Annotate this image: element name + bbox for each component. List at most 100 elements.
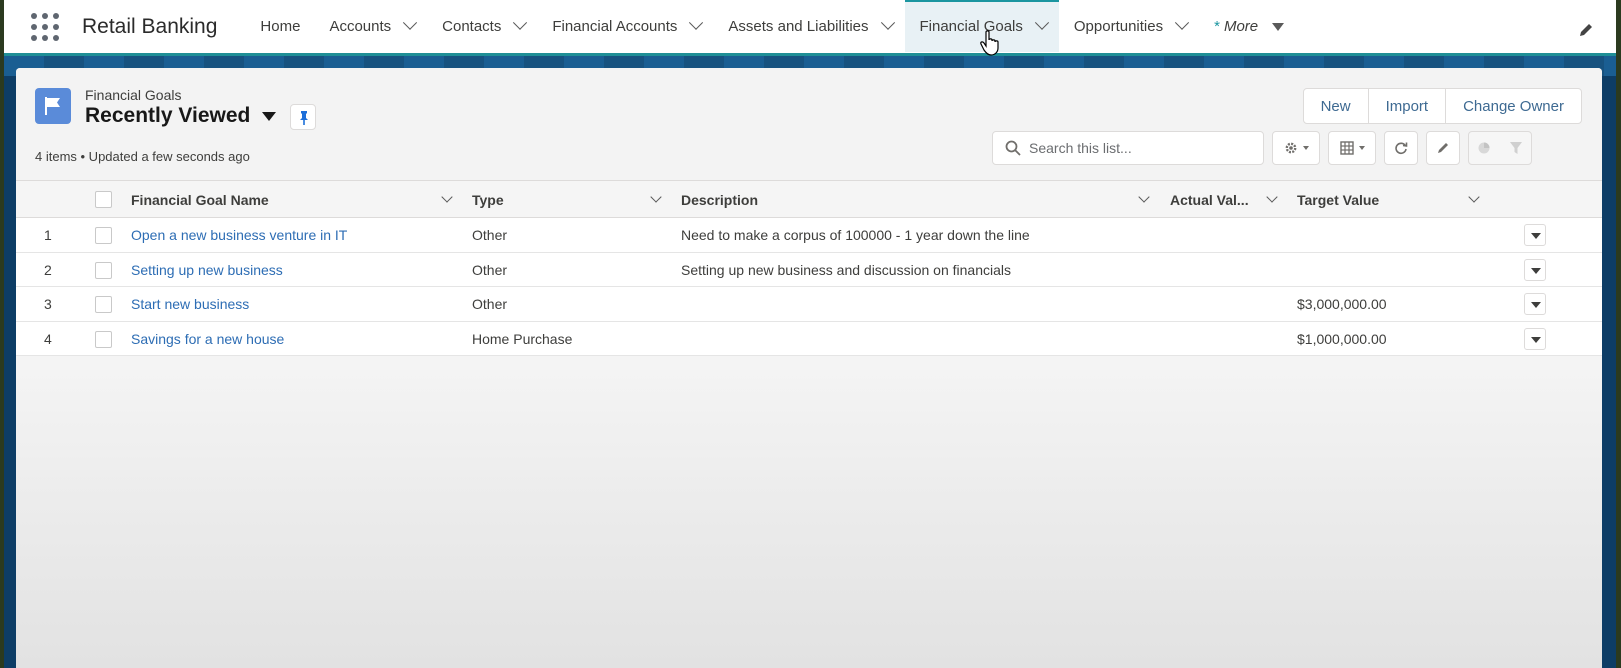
row-checkbox[interactable] (95, 261, 112, 279)
pencil-icon (1438, 143, 1448, 153)
table-row: 3 Start new business Other $3,000,000.00 (16, 287, 1602, 322)
table-row: 4 Savings for a new house Home Purchase … (16, 321, 1602, 356)
nav-item-contacts[interactable]: Contacts (427, 0, 537, 55)
column-header-description[interactable]: Description (681, 192, 758, 208)
row-actions-button[interactable] (1524, 327, 1546, 350)
chevron-down-icon[interactable] (880, 15, 895, 30)
row-actions-button[interactable] (1524, 224, 1546, 246)
nav-item-assets-and-liabilities[interactable]: Assets and Liabilities (713, 0, 904, 55)
list-table: Financial Goal Name Type Description Act… (16, 180, 1602, 356)
pencil-icon[interactable] (1578, 22, 1594, 38)
row-number: 1 (44, 227, 52, 243)
column-header-target-value[interactable]: Target Value (1297, 192, 1379, 208)
list-view-selector[interactable]: Recently Viewed (85, 104, 277, 128)
pin-button[interactable] (290, 104, 316, 130)
column-header-name[interactable]: Financial Goal Name (131, 192, 269, 208)
column-header-type[interactable]: Type (472, 192, 504, 208)
nav-item-label: Accounts (329, 18, 392, 35)
table-header: Financial Goal Name Type Description Act… (16, 180, 1602, 218)
row-checkbox[interactable] (95, 330, 112, 348)
row-actions-button[interactable] (1524, 258, 1546, 281)
goal-name-link[interactable]: Savings for a new house (131, 331, 284, 347)
refresh-icon (1395, 142, 1408, 155)
row-number: 4 (44, 330, 52, 347)
row-number: 2 (44, 261, 52, 278)
list-view-card: Financial Goals Recently Viewed 4 items … (16, 68, 1602, 668)
chevron-down-icon[interactable] (1266, 191, 1278, 203)
chevron-down-icon[interactable] (441, 191, 453, 203)
row-number: 3 (44, 296, 52, 312)
import-button[interactable]: Import (1367, 88, 1447, 124)
chart-filter-group (1468, 131, 1532, 165)
caret-down-icon (1358, 146, 1365, 150)
chart-icon[interactable] (1477, 141, 1491, 155)
chevron-down-icon[interactable] (1138, 191, 1150, 203)
list-actions: New Import Change Owner (1302, 88, 1582, 124)
type-cell: Home Purchase (472, 330, 573, 347)
search-input[interactable] (1029, 140, 1249, 156)
nav-item-label: Financial Goals (919, 18, 1023, 35)
new-button[interactable]: New (1302, 88, 1369, 124)
nav-item-label: More (1223, 18, 1259, 35)
target-value-cell: $1,000,000.00 (1297, 330, 1387, 347)
table-row: 1 Open a new business venture in IT Othe… (16, 218, 1602, 253)
nav-item-label: Assets and Liabilities (728, 18, 869, 35)
chevron-down-icon[interactable] (513, 15, 528, 30)
row-checkbox[interactable] (95, 296, 112, 313)
nav-item-label: Opportunities (1073, 18, 1164, 35)
refresh-button[interactable] (1384, 131, 1418, 165)
description-cell: Setting up new business and discussion o… (681, 261, 1011, 278)
chevron-down-icon[interactable] (1468, 191, 1480, 203)
caret-down-icon (1272, 22, 1285, 31)
table-row: 2 Setting up new business Other Setting … (16, 252, 1602, 287)
app-launcher-icon[interactable] (30, 12, 60, 42)
nav-item-accounts[interactable]: Accounts (314, 0, 427, 55)
chevron-down-icon[interactable] (1034, 15, 1049, 30)
list-settings-button[interactable] (1272, 131, 1320, 165)
inline-edit-button[interactable] (1426, 131, 1460, 165)
nav-item-financial-accounts[interactable]: Financial Accounts (537, 0, 713, 55)
nav-item-more[interactable]: * More (1199, 0, 1296, 55)
top-navigation: Retail Banking Home Accounts Contacts Fi… (4, 0, 1616, 56)
search-icon (1005, 140, 1021, 156)
change-owner-button[interactable]: Change Owner (1445, 88, 1582, 124)
chevron-down-icon[interactable] (1175, 15, 1190, 30)
goal-name-link[interactable]: Setting up new business (131, 262, 283, 278)
chevron-down-icon[interactable] (403, 15, 418, 30)
list-meta-info: 4 items • Updated a few seconds ago (35, 149, 250, 164)
object-label: Financial Goals (85, 87, 182, 103)
description-cell: Need to make a corpus of 100000 - 1 year… (681, 227, 1030, 243)
flag-icon (35, 88, 71, 124)
app-name: Retail Banking (82, 14, 218, 38)
target-value-cell: $3,000,000.00 (1297, 296, 1387, 312)
table-icon (1339, 141, 1354, 155)
nav-item-home[interactable]: Home (245, 0, 314, 55)
chevron-down-icon[interactable] (689, 15, 704, 30)
filter-icon[interactable] (1509, 141, 1523, 155)
pin-icon (300, 111, 308, 125)
search-list-box[interactable] (992, 131, 1264, 165)
column-header-actual-value[interactable]: Actual Val... (1170, 192, 1249, 208)
select-all-checkbox[interactable] (95, 191, 112, 208)
app-window: Retail Banking Home Accounts Contacts Fi… (4, 0, 1616, 668)
hand-cursor-icon (980, 30, 999, 56)
caret-down-icon[interactable] (262, 111, 277, 121)
type-cell: Other (472, 227, 508, 243)
goal-name-link[interactable]: Start new business (131, 296, 249, 312)
nav-item-label: Contacts (442, 18, 502, 35)
caret-down-icon (1302, 146, 1309, 150)
list-view-header: Financial Goals Recently Viewed 4 items … (16, 68, 1602, 180)
type-cell: Other (472, 261, 508, 278)
chevron-down-icon[interactable] (650, 191, 662, 203)
gear-icon (1285, 142, 1296, 154)
list-view-name: Recently Viewed (85, 104, 251, 127)
more-asterisk: * (1214, 18, 1220, 35)
nav-item-label: Home (260, 18, 301, 35)
nav-item-opportunities[interactable]: Opportunities (1059, 0, 1199, 55)
goal-name-link[interactable]: Open a new business venture in IT (131, 227, 347, 243)
row-actions-button[interactable] (1524, 293, 1546, 315)
nav-item-label: Financial Accounts (552, 18, 678, 35)
row-checkbox[interactable] (95, 227, 112, 244)
type-cell: Other (472, 296, 508, 312)
display-as-button[interactable] (1328, 131, 1376, 165)
